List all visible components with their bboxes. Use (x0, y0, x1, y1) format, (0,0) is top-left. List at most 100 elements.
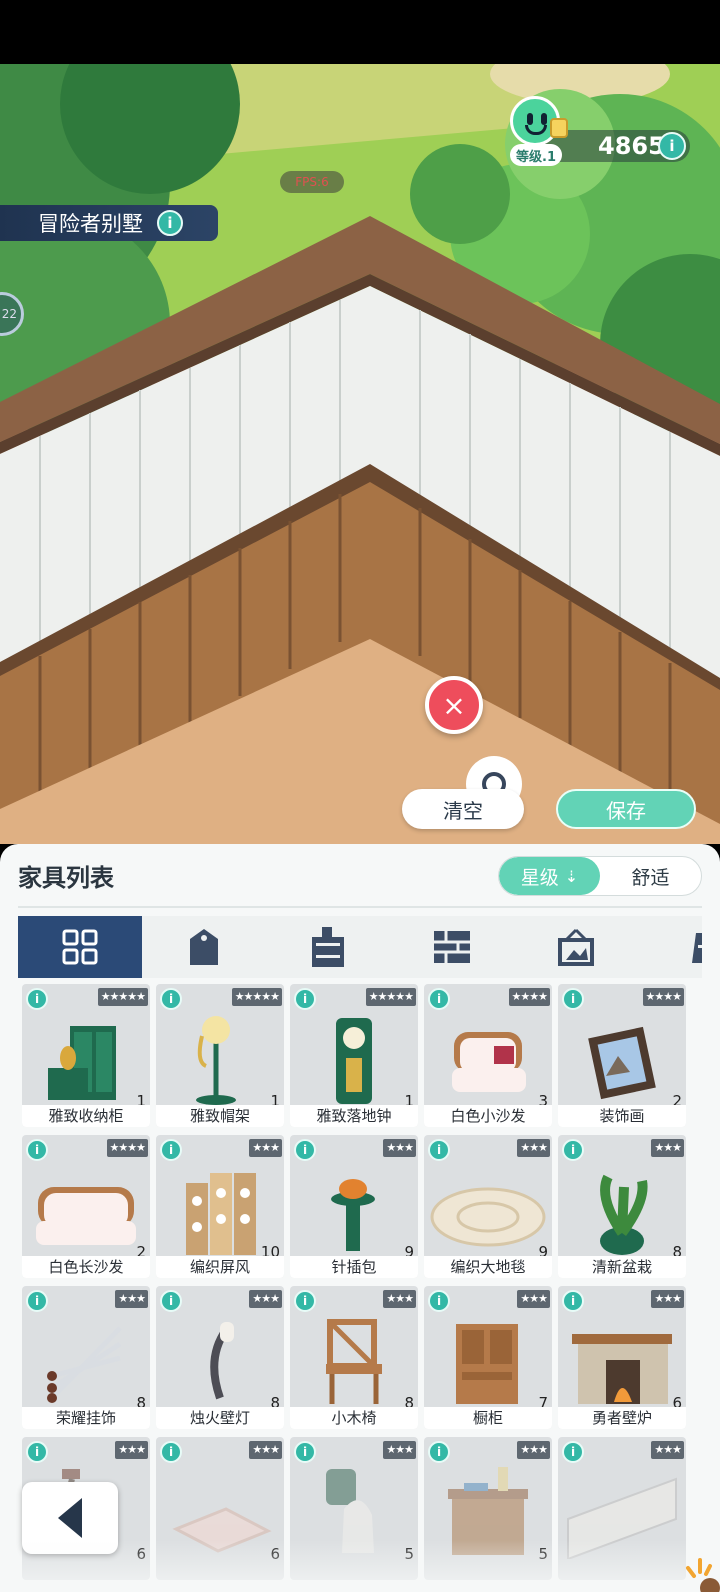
furniture-cupboard-image (456, 1324, 518, 1404)
furniture-item[interactable]: i ★★★ 5 (424, 1437, 552, 1580)
star-rating-badge: ★★★ (249, 1441, 282, 1459)
tab-wall[interactable] (390, 916, 514, 978)
item-name: 勇者壁炉 (558, 1407, 686, 1429)
clear-button[interactable]: 清空 (402, 789, 524, 829)
item-name: 编织大地毯 (424, 1256, 552, 1278)
star-rating-badge: ★★★★★ (231, 988, 282, 1006)
furniture-item[interactable]: i ★★★ 7 橱柜 (424, 1286, 552, 1429)
sort-star-label: 星级 (520, 866, 559, 889)
furniture-hatstand-image (196, 1016, 236, 1105)
item-info-icon[interactable]: i (294, 1290, 316, 1312)
item-count: 5 (538, 1545, 548, 1563)
item-info-icon[interactable]: i (294, 1139, 316, 1161)
item-name: 雅致收纳柜 (22, 1105, 150, 1127)
save-button[interactable]: 保存 (556, 789, 696, 829)
item-count: 6 (270, 1545, 280, 1563)
player-level-panel: 4865 i 等级.1 (510, 96, 690, 166)
item-info-icon[interactable]: i (428, 1139, 450, 1161)
furniture-item[interactable]: i ★★★ 8 烛火壁灯 (156, 1286, 284, 1429)
tab-furniture[interactable] (266, 916, 390, 978)
item-name: 白色小沙发 (424, 1105, 552, 1127)
currency-info-icon[interactable]: i (658, 132, 686, 160)
theme-icon (190, 929, 218, 965)
item-name: 荣耀挂饰 (22, 1407, 150, 1429)
item-info-icon[interactable]: i (26, 1441, 48, 1463)
item-name: 编织屏风 (156, 1256, 284, 1278)
item-info-icon[interactable]: i (26, 988, 48, 1010)
furniture-item[interactable]: i ★★★★ 3 白色小沙发 (424, 984, 552, 1127)
level-tag: 等级.1 (510, 144, 562, 166)
furniture-item[interactable]: i ★★★★★ 1 雅致收纳柜 (22, 984, 150, 1127)
furniture-painting-image (588, 1026, 656, 1100)
item-name: 橱柜 (424, 1407, 552, 1429)
villa-name-text: 冒险者别墅 (38, 212, 143, 236)
tab-door[interactable] (638, 916, 702, 978)
item-name: 烛火壁灯 (156, 1407, 284, 1429)
furniture-item[interactable]: i ★★★ 9 编织大地毯 (424, 1135, 552, 1278)
fps-counter: FPS:6 (280, 171, 344, 193)
item-info-icon[interactable]: i (562, 1441, 584, 1463)
room-scene[interactable] (0, 64, 720, 844)
furniture-item[interactable]: i ★★★ 5 (290, 1437, 418, 1580)
villa-info-icon[interactable]: i (157, 210, 183, 236)
item-name: 雅致落地钟 (290, 1105, 418, 1127)
furniture-ghost-image (326, 1469, 374, 1553)
sparkle-icon (686, 1558, 720, 1592)
villa-name-label[interactable]: 冒险者别墅 i (0, 205, 218, 241)
furniture-armchair-image (452, 1032, 526, 1092)
furniture-item[interactable]: i ★★★★ 2 白色长沙发 (22, 1135, 150, 1278)
item-info-icon[interactable]: i (160, 988, 182, 1010)
item-info-icon[interactable]: i (428, 988, 450, 1010)
item-info-icon[interactable]: i (160, 1290, 182, 1312)
star-rating-badge: ★★★ (383, 1290, 416, 1308)
sort-by-comfort-button[interactable]: 舒适 (600, 857, 701, 895)
furniture-item[interactable]: i ★★★★★ 1 雅致帽架 (156, 984, 284, 1127)
item-info-icon[interactable]: i (26, 1139, 48, 1161)
tab-theme[interactable] (142, 916, 266, 978)
furniture-item[interactable]: i ★★★ 6 (156, 1437, 284, 1580)
furniture-item[interactable]: i ★★★ 8 清新盆栽 (558, 1135, 686, 1278)
all-grid-icon (62, 929, 98, 965)
remove-item-button[interactable]: × (425, 676, 483, 734)
category-tabs (18, 916, 702, 978)
tab-all[interactable] (18, 916, 142, 978)
currency-amount: 4865 (598, 132, 665, 160)
furniture-item[interactable]: i ★★★ 8 小木椅 (290, 1286, 418, 1429)
thumbs-up-icon (550, 118, 568, 138)
furniture-item[interactable]: i ★★★ 9 针插包 (290, 1135, 418, 1278)
item-info-icon[interactable]: i (562, 1290, 584, 1312)
furniture-sofa-image (36, 1187, 136, 1245)
item-info-icon[interactable]: i (562, 988, 584, 1010)
item-info-icon[interactable]: i (294, 1441, 316, 1463)
furniture-plant-image (600, 1174, 648, 1255)
item-info-icon[interactable]: i (562, 1139, 584, 1161)
item-count: 6 (136, 1545, 146, 1563)
furniture-item[interactable]: i ★★★★ 2 装饰画 (558, 984, 686, 1127)
item-info-icon[interactable]: i (160, 1441, 182, 1463)
furniture-swords-image (47, 1326, 122, 1403)
item-info-icon[interactable]: i (294, 988, 316, 1010)
tab-decor[interactable] (514, 916, 638, 978)
item-info-icon[interactable]: i (428, 1290, 450, 1312)
star-rating-badge: ★★★ (115, 1441, 148, 1459)
sort-toggle[interactable]: 星级 ⇣ 舒适 (498, 856, 702, 896)
furniture-pincushion-image (331, 1179, 375, 1251)
star-rating-badge: ★★★ (651, 1441, 684, 1459)
furniture-walllamp-image (210, 1322, 234, 1400)
star-rating-badge: ★★★ (115, 1290, 148, 1308)
item-info-icon[interactable]: i (26, 1290, 48, 1312)
item-info-icon[interactable]: i (160, 1139, 182, 1161)
furniture-item[interactable]: i ★★★★★ 1 雅致落地钟 (290, 984, 418, 1127)
furniture-screen-image (186, 1173, 256, 1255)
door-icon (692, 933, 702, 963)
star-rating-badge: ★★★ (517, 1290, 550, 1308)
furniture-item[interactable]: i ★★★ (558, 1437, 686, 1580)
sort-by-star-button[interactable]: 星级 ⇣ (499, 857, 600, 895)
back-button[interactable] (22, 1482, 118, 1554)
furniture-item[interactable]: i ★★★ 10 编织屏风 (156, 1135, 284, 1278)
furniture-item[interactable]: i ★★★ 6 勇者壁炉 (558, 1286, 686, 1429)
furniture-item[interactable]: i ★★★ 8 荣耀挂饰 (22, 1286, 150, 1429)
item-name: 清新盆栽 (558, 1256, 686, 1278)
item-info-icon[interactable]: i (428, 1441, 450, 1463)
item-name: 小木椅 (290, 1407, 418, 1429)
